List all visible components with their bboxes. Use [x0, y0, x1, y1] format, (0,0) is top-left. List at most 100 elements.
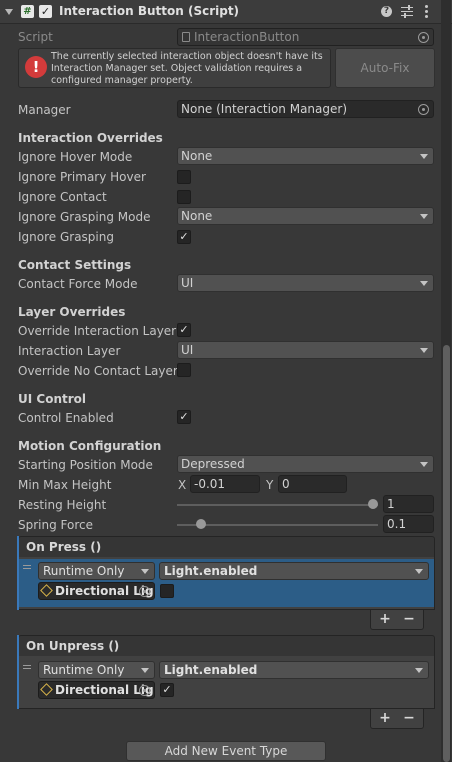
ignore-grasping-mode-label: Ignore Grasping Mode	[18, 210, 151, 224]
on-press-target-object-field[interactable]: Directional Lig	[38, 582, 155, 600]
light-icon	[40, 584, 53, 597]
control-enabled-checkbox[interactable]: ✓	[177, 410, 191, 424]
motion-configuration-heading: Motion Configuration	[18, 439, 162, 453]
chevron-down-icon	[415, 569, 423, 574]
manager-field[interactable]: None (Interaction Manager)	[177, 100, 434, 118]
component-enabled-checkbox[interactable]: ✓	[39, 5, 52, 18]
layer-overrides-heading: Layer Overrides	[18, 305, 126, 319]
contact-force-mode-dropdown[interactable]: UI	[177, 274, 434, 292]
drag-handle-icon[interactable]	[23, 665, 31, 671]
on-press-enabled-checkbox[interactable]	[160, 584, 174, 598]
context-menu-icon[interactable]	[425, 4, 429, 18]
foldout-arrow-icon[interactable]	[5, 9, 13, 15]
add-entry-button[interactable]: +	[375, 611, 395, 627]
ignore-grasping-mode-dropdown[interactable]: None	[177, 207, 434, 225]
ignore-primary-hover-checkbox[interactable]	[177, 170, 191, 184]
component-header: # ✓ Interaction Button (Script) ?	[0, 0, 452, 24]
chevron-down-icon	[420, 462, 428, 467]
resting-height-slider-knob[interactable]	[368, 499, 378, 509]
script-icon: #	[21, 5, 34, 18]
ignore-grasping-label: Ignore Grasping	[18, 230, 114, 244]
chevron-down-icon	[420, 348, 428, 353]
add-new-event-type-button[interactable]: Add New Event Type	[126, 741, 326, 761]
resting-height-label: Resting Height	[18, 498, 107, 512]
on-unpress-target-object-field[interactable]: Directional Lig	[38, 681, 155, 699]
add-entry-button[interactable]: +	[375, 710, 395, 726]
on-unpress-enabled-checkbox[interactable]: ✓	[160, 683, 174, 697]
selection-indicator	[17, 635, 19, 709]
on-press-list-controls: + −	[370, 610, 424, 630]
object-picker-icon[interactable]	[139, 685, 150, 696]
contact-settings-heading: Contact Settings	[18, 258, 132, 272]
control-enabled-label: Control Enabled	[18, 411, 114, 425]
chevron-down-icon	[420, 214, 428, 219]
dropdown-value: None	[181, 149, 213, 163]
warning-message: The currently selected interaction objec…	[51, 51, 323, 86]
override-no-contact-layer-checkbox[interactable]	[177, 363, 191, 377]
interaction-layer-label: Interaction Layer	[18, 344, 121, 358]
dropdown-value: Light.enabled	[164, 564, 258, 578]
on-unpress-function-dropdown[interactable]: Light.enabled	[159, 661, 429, 679]
ignore-primary-hover-label: Ignore Primary Hover	[18, 170, 146, 184]
help-icon[interactable]: ?	[381, 6, 392, 17]
starting-position-mode-dropdown[interactable]: Depressed	[177, 455, 434, 473]
max-height-y-field[interactable]: 0	[278, 475, 347, 493]
min-height-x-label: X	[178, 478, 187, 492]
dropdown-value: Runtime Only	[43, 663, 125, 677]
remove-entry-button[interactable]: −	[399, 710, 419, 726]
script-file-icon	[182, 32, 190, 42]
override-interaction-layer-label: Override Interaction Layer	[18, 324, 177, 338]
override-no-contact-layer-label: Override No Contact Layer	[18, 364, 178, 378]
chevron-down-icon	[141, 668, 149, 673]
script-label: Script	[18, 30, 53, 44]
error-icon: !	[25, 56, 47, 78]
ignore-hover-mode-label: Ignore Hover Mode	[18, 150, 133, 164]
interaction-overrides-heading: Interaction Overrides	[18, 131, 163, 145]
script-field-value: InteractionButton	[194, 30, 300, 44]
min-max-height-label: Min Max Height	[18, 478, 112, 492]
override-interaction-layer-checkbox[interactable]: ✓	[177, 323, 191, 337]
chevron-down-icon	[420, 154, 428, 159]
dropdown-value: Depressed	[181, 457, 245, 471]
resting-height-slider-track[interactable]	[177, 504, 378, 506]
presets-icon[interactable]	[401, 5, 413, 18]
remove-entry-button[interactable]: −	[399, 611, 419, 627]
dropdown-value: None	[181, 209, 213, 223]
on-press-runtime-dropdown[interactable]: Runtime Only	[38, 562, 155, 580]
on-unpress-runtime-dropdown[interactable]: Runtime Only	[38, 661, 155, 679]
chevron-down-icon	[415, 668, 423, 673]
on-unpress-header: On Unpress ()	[18, 635, 435, 657]
ignore-grasping-checkbox[interactable]: ✓	[177, 230, 191, 244]
auto-fix-button[interactable]: Auto-Fix	[335, 48, 435, 88]
resting-height-field[interactable]: 1	[383, 495, 434, 513]
dropdown-value: UI	[181, 343, 194, 357]
drag-handle-icon[interactable]	[23, 565, 31, 571]
spring-force-label: Spring Force	[18, 518, 94, 532]
interaction-layer-dropdown[interactable]: UI	[177, 341, 434, 359]
max-height-y-label: Y	[266, 478, 274, 492]
on-press-function-dropdown[interactable]: Light.enabled	[159, 562, 429, 580]
manager-label: Manager	[18, 103, 71, 117]
ignore-hover-mode-dropdown[interactable]: None	[177, 147, 434, 165]
manager-field-value: None (Interaction Manager)	[181, 102, 348, 116]
spring-force-field[interactable]: 0.1	[383, 515, 434, 533]
dropdown-value: Runtime Only	[43, 564, 125, 578]
starting-position-mode-label: Starting Position Mode	[18, 458, 153, 472]
component-title: Interaction Button (Script)	[59, 4, 240, 18]
object-picker-icon[interactable]	[139, 586, 150, 597]
min-height-x-field[interactable]: -0.01	[190, 475, 260, 493]
chevron-down-icon	[420, 281, 428, 286]
ignore-contact-label: Ignore Contact	[18, 190, 107, 204]
scrollbar-thumb[interactable]	[443, 345, 450, 762]
dropdown-value: Light.enabled	[164, 663, 258, 677]
object-picker-icon	[418, 32, 429, 43]
ignore-contact-checkbox[interactable]	[177, 190, 191, 204]
on-press-header: On Press ()	[18, 536, 435, 558]
warning-box: ! The currently selected interaction obj…	[18, 48, 331, 88]
object-picker-icon[interactable]	[418, 104, 429, 115]
on-unpress-list-controls: + −	[370, 709, 424, 729]
spring-force-slider-track[interactable]	[177, 524, 378, 526]
selection-indicator	[17, 536, 19, 610]
chevron-down-icon	[141, 569, 149, 574]
spring-force-slider-knob[interactable]	[196, 519, 207, 529]
